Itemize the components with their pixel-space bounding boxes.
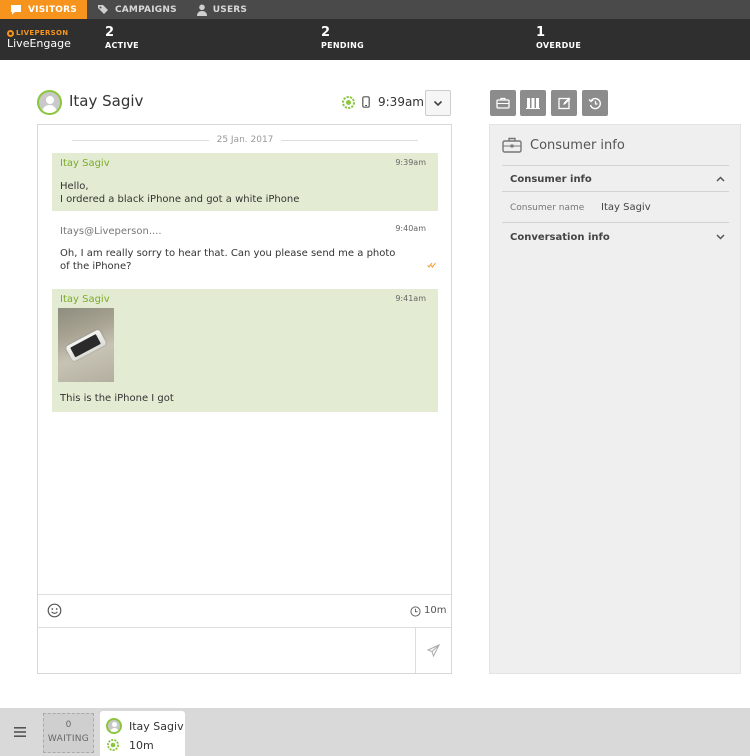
message-text-line2: I ordered a black iPhone and got a white… <box>60 194 300 205</box>
chevron-down-icon <box>433 100 443 106</box>
tag-icon <box>97 5 108 14</box>
chevron-up-icon[interactable] <box>716 176 725 182</box>
stat-pending-count: 2 <box>321 25 331 40</box>
briefcase-icon <box>496 97 510 109</box>
message-time: 9:41am <box>395 294 426 303</box>
visitor-name: Itay Sagiv <box>69 92 144 110</box>
brand-top-text: LIVEPERSON <box>16 29 69 37</box>
stat-pending-label: PENDING <box>321 41 365 50</box>
edit-icon <box>557 97 570 109</box>
history-widget-button[interactable] <box>582 90 608 116</box>
message-time: 9:39am <box>395 158 426 167</box>
history-icon <box>588 97 601 109</box>
message-text-line1: Oh, I am really sorry to hear that. Can … <box>60 248 396 259</box>
online-status-icon <box>342 96 355 109</box>
user-icon <box>196 4 207 16</box>
date-label: 25 Jan. 2017 <box>216 135 274 145</box>
divider <box>502 222 729 223</box>
divider <box>502 165 729 166</box>
library-icon <box>526 98 540 109</box>
tab-users[interactable]: USERS <box>187 0 257 19</box>
stat-active-label: ACTIVE <box>105 41 139 50</box>
session-tab[interactable]: Itay Sagiv 10m <box>100 711 185 756</box>
elapsed-time: 10m <box>424 605 447 616</box>
brand-name: LiveEngage <box>7 37 71 50</box>
sessions-bar: 0 WAITING Itay Sagiv 10m <box>0 708 750 756</box>
message-consumer: Itay Sagiv 9:41am This is the iPhone I g… <box>52 289 438 412</box>
message-text-line2: of the iPhone? <box>60 261 132 272</box>
send-icon <box>427 644 440 657</box>
tab-campaigns[interactable]: CAMPAIGNS <box>87 0 187 19</box>
stat-pending[interactable]: 2 PENDING <box>321 25 365 51</box>
stat-active-count: 2 <box>105 25 115 40</box>
liveperson-logo: LIVEPERSON LiveEngage <box>7 29 87 50</box>
consumer-name-label: Consumer name <box>510 203 585 213</box>
send-button[interactable] <box>415 627 451 673</box>
message-input[interactable] <box>38 627 415 673</box>
hamburger-menu-icon[interactable] <box>14 727 26 737</box>
consumer-info-widget-button[interactable] <box>490 90 516 116</box>
chat-bubble-icon <box>11 5 21 15</box>
waiting-queue[interactable]: 0 WAITING <box>43 713 94 753</box>
stat-active[interactable]: 2 ACTIVE <box>105 25 139 51</box>
online-status-icon <box>107 739 119 751</box>
panel-title: Consumer info <box>530 138 625 153</box>
tab-visitors[interactable]: VISITORS <box>0 0 87 19</box>
mobile-device-icon <box>362 96 370 108</box>
chevron-down-icon[interactable] <box>716 234 725 240</box>
engagement-widget-button[interactable] <box>520 90 546 116</box>
consumer-name-value: Itay Sagiv <box>601 202 651 213</box>
stat-overdue-label: OVERDUE <box>536 41 582 50</box>
session-elapsed-time: 10m <box>129 739 154 752</box>
waiting-count: 0 <box>65 720 72 730</box>
message-sender: Itay Sagiv <box>60 158 110 169</box>
logo-mark-icon <box>7 29 14 37</box>
briefcase-icon <box>502 137 522 153</box>
chat-panel[interactable]: 25 Jan. 2017 Itay Sagiv 9:39am Hello, I … <box>37 124 452 674</box>
attached-photo-thumbnail[interactable] <box>58 308 114 382</box>
message-sender: Itays@Liveperson.... <box>60 226 162 237</box>
message-text: This is the iPhone I got <box>60 393 174 404</box>
consumer-info-panel: Consumer info Consumer info Consumer nam… <box>489 124 741 674</box>
phone-image-icon <box>65 329 107 362</box>
section-consumer-info[interactable]: Consumer info <box>510 174 592 185</box>
conversation-header: Itay Sagiv 9:39am <box>37 89 452 117</box>
read-receipt-icon <box>427 262 436 268</box>
session-visitor-name: Itay Sagiv <box>129 720 184 733</box>
tab-campaigns-label: CAMPAIGNS <box>114 4 177 15</box>
notes-widget-button[interactable] <box>551 90 577 116</box>
tab-visitors-label: VISITORS <box>28 4 77 15</box>
message-sender: Itay Sagiv <box>60 294 110 305</box>
emoji-icon[interactable] <box>47 603 62 618</box>
composer-toolbar: 10m <box>38 594 451 627</box>
tab-users-label: USERS <box>212 4 248 15</box>
message-text-line1: Hello, <box>60 181 89 192</box>
visitor-avatar <box>37 90 62 115</box>
stat-overdue-count: 1 <box>536 25 546 40</box>
waiting-label: WAITING <box>47 734 90 744</box>
conversation-time: 9:39am <box>378 95 424 109</box>
message-consumer: Itay Sagiv 9:39am Hello, I ordered a bla… <box>52 153 438 211</box>
session-avatar <box>106 718 122 734</box>
message-time: 9:40am <box>395 224 426 233</box>
stat-overdue[interactable]: 1 OVERDUE <box>536 25 582 51</box>
clock-icon <box>410 606 421 617</box>
stats-bar: LIVEPERSON LiveEngage 2 ACTIVE 2 PENDING… <box>0 19 750 60</box>
date-separator: 25 Jan. 2017 <box>72 134 418 146</box>
message-agent: Itays@Liveperson.... 9:40am Oh, I am rea… <box>52 219 438 279</box>
conversation-menu-button[interactable] <box>425 90 451 116</box>
section-conversation-info[interactable]: Conversation info <box>510 232 610 243</box>
divider <box>502 191 729 192</box>
top-navigation: VISITORS CAMPAIGNS USERS <box>0 0 750 19</box>
